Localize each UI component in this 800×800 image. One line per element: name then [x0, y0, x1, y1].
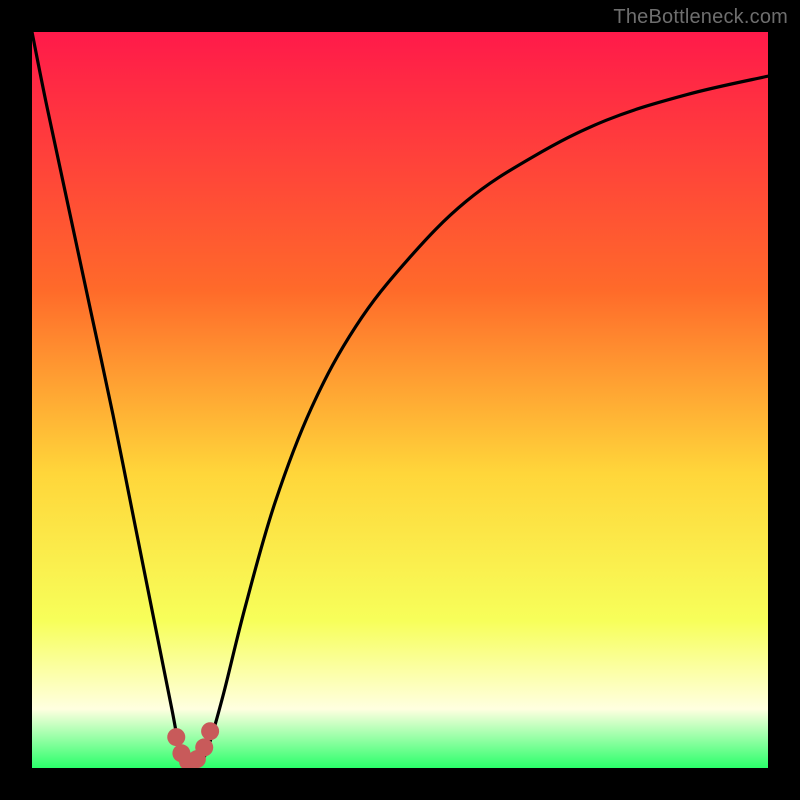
plot-area — [32, 32, 768, 768]
valley-marker — [195, 738, 213, 756]
chart-frame: TheBottleneck.com — [0, 0, 800, 800]
valley-marker — [167, 728, 185, 746]
valley-marker — [201, 722, 219, 740]
watermark-text: TheBottleneck.com — [613, 6, 788, 29]
chart-svg — [32, 32, 768, 768]
gradient-background — [32, 32, 768, 768]
